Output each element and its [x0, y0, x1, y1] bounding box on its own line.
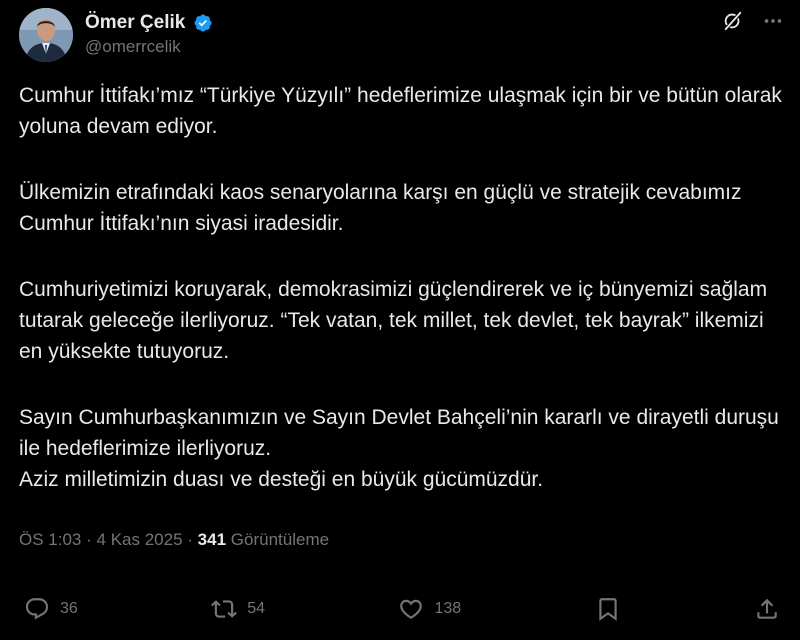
tweet-paragraph: Cumhuriyetimizi koruyarak, demokrasimizi… — [19, 278, 768, 363]
like-button[interactable]: 138 — [398, 596, 461, 622]
tweet-paragraph: Cumhur İttifakı’mız “Türkiye Yüzyılı” he… — [19, 84, 782, 138]
meta-separator: · — [187, 530, 193, 549]
bookmark-icon — [598, 598, 617, 621]
reply-count: 36 — [60, 600, 78, 617]
more-options-icon[interactable] — [762, 10, 784, 32]
tweet-text: Cumhur İttifakı’mız “Türkiye Yüzyılı” he… — [19, 80, 789, 495]
like-count: 138 — [434, 600, 462, 617]
share-button[interactable] — [754, 596, 780, 622]
meta-separator: · — [86, 530, 92, 549]
grok-icon[interactable] — [722, 10, 744, 32]
author-display-name[interactable]: Ömer Çelik — [85, 12, 185, 34]
avatar-photo — [19, 8, 73, 62]
repost-button[interactable]: 54 — [211, 596, 265, 622]
share-icon — [757, 598, 777, 619]
reply-button[interactable]: 36 — [24, 596, 78, 622]
tweet-meta: ÖS 1:03 · 4 Kas 2025 · 341 Görüntüleme — [19, 530, 329, 550]
tweet-time[interactable]: ÖS 1:03 — [19, 530, 81, 549]
author-handle[interactable]: @omerrcelik — [85, 37, 213, 57]
tweet-paragraph: Sayın Cumhurbaşkanımızın ve Sayın Devlet… — [19, 406, 779, 491]
action-bar: 36 54 138 — [24, 593, 780, 625]
repost-icon — [211, 600, 238, 618]
tweet-date[interactable]: 4 Kas 2025 — [97, 530, 183, 549]
like-icon — [400, 599, 423, 619]
views-label: Görüntüleme — [230, 530, 330, 549]
verified-badge-icon — [194, 14, 212, 32]
bookmark-button[interactable] — [595, 596, 621, 622]
avatar[interactable] — [19, 8, 73, 62]
tweet-paragraph: Ülkemizin etrafındaki kaos senaryolarına… — [19, 181, 742, 235]
tweet-header: Ömer Çelik @omerrcelik — [19, 8, 784, 64]
views-count: 341 — [197, 530, 227, 549]
repost-count: 54 — [247, 600, 266, 617]
reply-icon — [25, 598, 49, 620]
